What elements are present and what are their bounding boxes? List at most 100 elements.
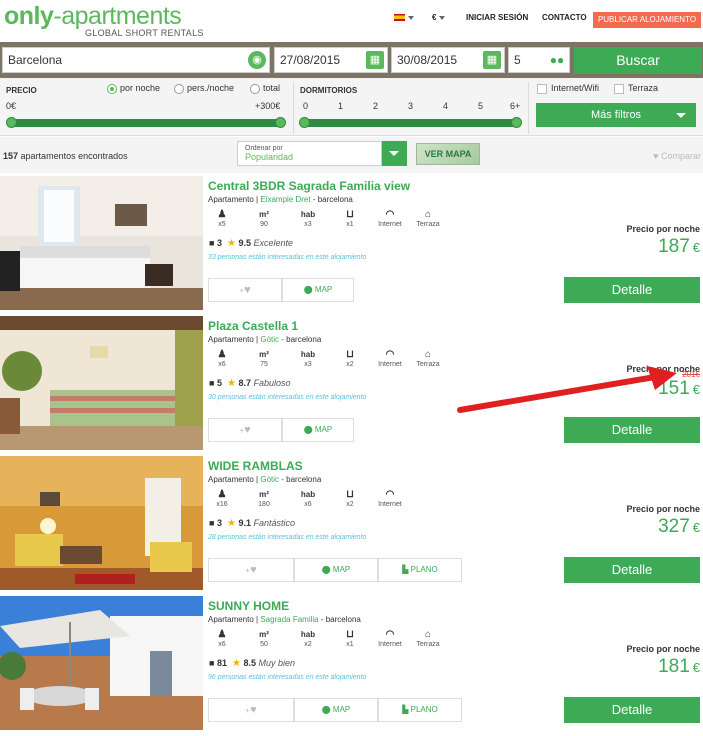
favorite-button[interactable]: +♥ — [208, 278, 282, 302]
detail-button[interactable]: Detalle — [564, 417, 700, 443]
price: 181 € — [658, 656, 700, 677]
contact-link[interactable]: CONTACTO — [542, 13, 587, 22]
amenity: ⊔ x1 — [336, 209, 364, 228]
amenity: ⊔ x1 — [336, 629, 364, 648]
listing-title[interactable]: Plaza Castella 1 — [208, 319, 298, 333]
rooms-slider-min-handle[interactable] — [299, 117, 310, 128]
price-slider-max-handle[interactable] — [275, 117, 286, 128]
map-pin-icon: ⬤ — [321, 565, 331, 574]
price-per-night-label: Precio por noche — [626, 224, 700, 234]
site-header: only-apartments GLOBAL SHORT RENTALS € I… — [0, 0, 703, 42]
listing-title[interactable]: Central 3BDR Sagrada Familia view — [208, 179, 410, 193]
chevron-down-icon — [408, 15, 414, 20]
heart-icon: ♥ — [244, 284, 251, 296]
listing-title[interactable]: SUNNY HOME — [208, 599, 289, 613]
favorite-button[interactable]: +♥ — [208, 558, 294, 582]
amenity: m² 90 — [250, 209, 278, 228]
hab-icon: hab — [300, 630, 316, 639]
wifi-checkbox[interactable]: Internet/Wifi — [537, 83, 599, 94]
calendar-icon: ▦ — [483, 51, 501, 69]
map-button[interactable]: ⬤ MAP — [282, 418, 354, 442]
radio-per-night[interactable]: por noche — [107, 83, 160, 94]
plan-button[interactable]: ▙ PLANO — [378, 558, 462, 582]
listing-type: Apartamento | Gòtic - barcelona — [208, 335, 322, 344]
star-icon: ★ — [226, 518, 236, 529]
favorite-button[interactable]: +♥ — [208, 418, 282, 442]
language-selector[interactable] — [394, 13, 414, 22]
amenity: m² 75 — [250, 349, 278, 368]
heart-icon: ♥ — [653, 151, 659, 161]
reviews-summary[interactable]: ■ 3 ★ 9.1 Fantástico — [209, 518, 295, 529]
people-icon: ●● — [549, 53, 565, 67]
reviews-summary[interactable]: ■ 5 ★ 8.7 Fabuloso — [209, 378, 291, 389]
listing-title[interactable]: WIDE RAMBLAS — [208, 459, 303, 473]
amenity: ♟ x6 — [208, 629, 236, 648]
m2-icon: m² — [259, 210, 269, 219]
rooms-tick: 6+ — [510, 101, 521, 111]
person-icon: ♟ — [217, 489, 227, 500]
price-slider[interactable] — [6, 117, 286, 128]
search-button[interactable]: Buscar — [574, 47, 702, 74]
chevron-down-icon — [676, 113, 686, 118]
listing-photo[interactable] — [0, 316, 203, 450]
sort-select[interactable]: Ordenar por Popularidad — [237, 141, 382, 166]
rooms-label: DORMITORIOS — [300, 86, 358, 95]
rooms-tick: 5 — [478, 101, 484, 111]
map-button[interactable]: ⬤ MAP — [282, 278, 354, 302]
listing-card: WIDE RAMBLAS Apartamento | Gòtic - barce… — [0, 456, 703, 590]
detail-button[interactable]: Detalle — [564, 557, 700, 583]
bathtub-icon: ⊔ — [346, 489, 354, 500]
currency-selector[interactable]: € — [432, 13, 446, 22]
comment-icon: ■ — [209, 378, 215, 388]
rooms-tick: 3 — [408, 101, 414, 111]
checkin-input[interactable]: 27/08/2015 ▦ — [274, 47, 388, 73]
wifi-icon: ◠ — [385, 489, 395, 500]
amenity: ⊔ x2 — [336, 349, 364, 368]
rooms-slider[interactable] — [299, 117, 522, 128]
rooms-slider-max-handle[interactable] — [511, 117, 522, 128]
map-button[interactable]: ⬤ MAP — [294, 698, 378, 722]
checkout-input[interactable]: 30/08/2015 ▦ — [391, 47, 505, 73]
view-map-button[interactable]: VER MAPA — [416, 143, 480, 165]
globe-icon: ◉ — [248, 51, 266, 69]
login-link[interactable]: INICIAR SESIÓN — [466, 13, 528, 22]
city-input[interactable]: Barcelona ◉ — [2, 47, 270, 73]
more-filters-button[interactable]: Más filtros — [536, 103, 696, 127]
hab-icon: hab — [300, 350, 316, 359]
listing-card: Central 3BDR Sagrada Familia view Aparta… — [0, 176, 703, 310]
listing-photo[interactable] — [0, 456, 203, 590]
rooms-tick: 2 — [373, 101, 379, 111]
favorite-button[interactable]: +♥ — [208, 698, 294, 722]
map-pin-icon: ⬤ — [321, 705, 331, 714]
listing-type: Apartamento | Eixample Dret - barcelona — [208, 195, 353, 204]
amenity: ◠ Internet — [376, 629, 404, 648]
compare-link[interactable]: ♥ Comparar — [653, 151, 701, 161]
price-label: PRECIO — [6, 86, 37, 95]
map-button[interactable]: ⬤ MAP — [294, 558, 378, 582]
filters-panel: PRECIO por noche pers./noche total 0€ +3… — [0, 78, 703, 136]
price-slider-min-handle[interactable] — [6, 117, 17, 128]
rooms-tick: 4 — [443, 101, 449, 111]
divider — [528, 82, 529, 134]
terrace-checkbox[interactable]: Terraza — [614, 83, 658, 94]
reviews-summary[interactable]: ■ 3 ★ 9.5 Excelente — [209, 238, 293, 249]
amenity: ♟ x6 — [208, 349, 236, 368]
radio-per-person[interactable]: pers./noche — [174, 83, 234, 94]
publish-button[interactable]: PUBLICAR ALOJAMIENTO — [593, 12, 701, 28]
listing-photo[interactable] — [0, 176, 203, 310]
chevron-down-icon — [439, 15, 446, 20]
plan-button[interactable]: ▙ PLANO — [378, 698, 462, 722]
reviews-summary[interactable]: ■ 81 ★ 8.5 Muy bien — [209, 658, 295, 669]
guests-input[interactable]: 5 ●● — [508, 47, 570, 73]
site-logo[interactable]: only-apartments — [4, 3, 182, 29]
hab-icon: hab — [300, 490, 316, 499]
divider — [293, 82, 294, 134]
detail-button[interactable]: Detalle — [564, 277, 700, 303]
comment-icon: ■ — [209, 238, 215, 248]
listing-photo[interactable] — [0, 596, 203, 730]
rooms-tick: 0 — [303, 101, 309, 111]
floorplan-icon: ▙ — [402, 565, 409, 574]
detail-button[interactable]: Detalle — [564, 697, 700, 723]
sort-dropdown-button[interactable] — [382, 141, 407, 166]
radio-total[interactable]: total — [250, 83, 280, 94]
